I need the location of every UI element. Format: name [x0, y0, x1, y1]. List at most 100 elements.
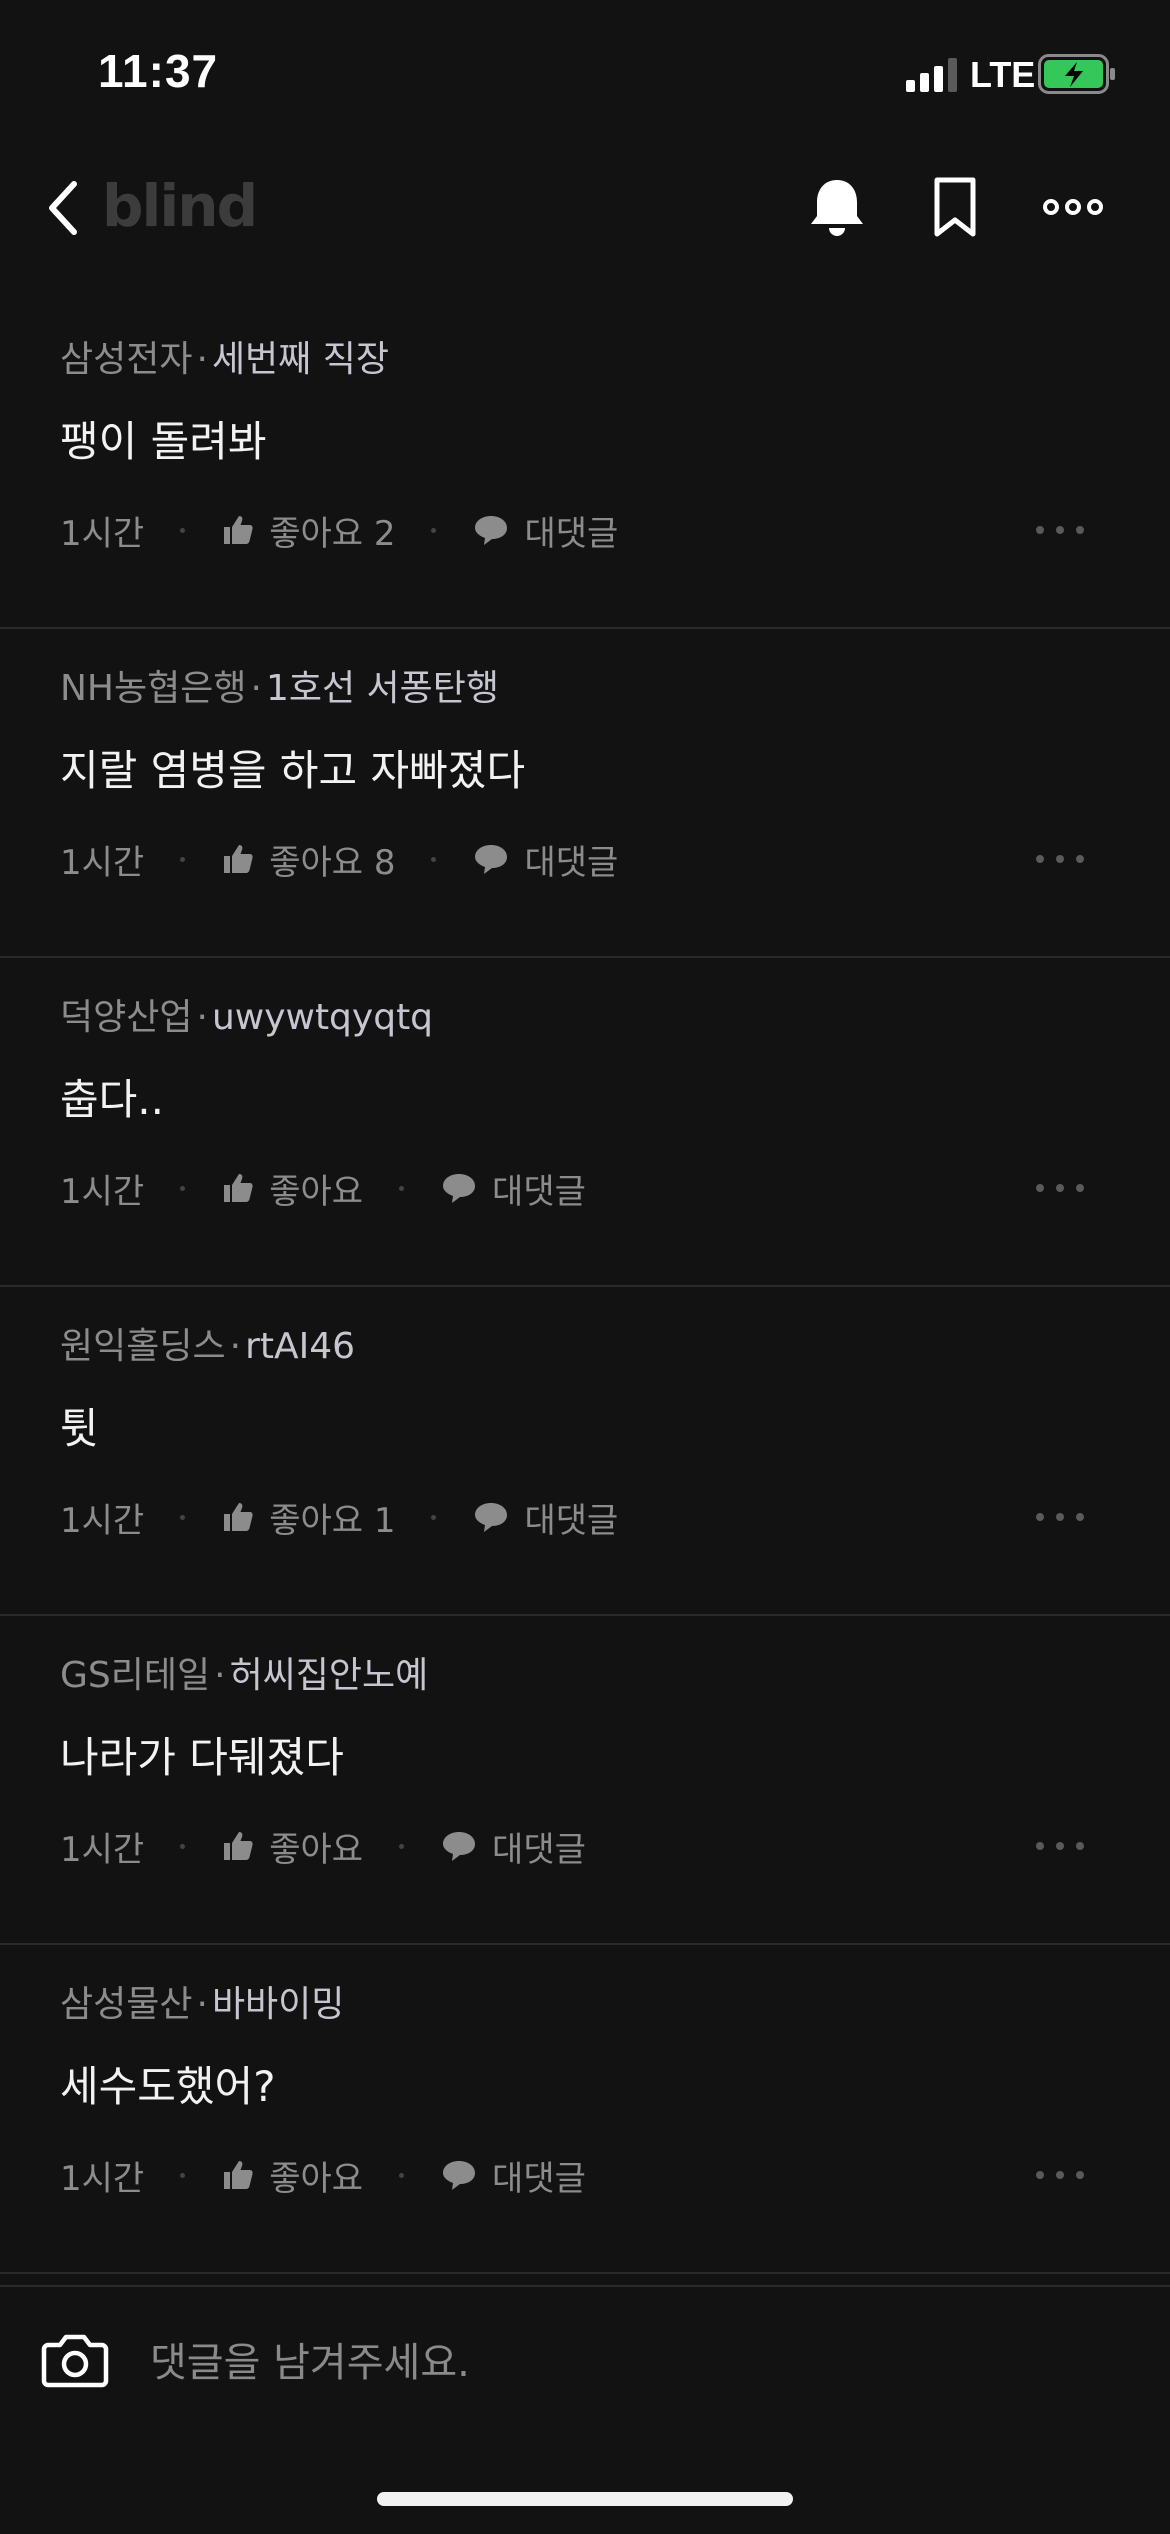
thumbs-up-icon [224, 516, 253, 544]
comment-text: 팽이 돌려봐 [60, 417, 267, 466]
reply-button[interactable]: 대댓글 [472, 1493, 618, 1542]
like-label: 좋아요 [269, 1829, 364, 1870]
comment-actions: 1시간 좋아요 대댓글 [60, 2151, 586, 2200]
reply-label: 대댓글 [524, 1500, 619, 1541]
comment-more-icon[interactable] [1032, 510, 1088, 550]
comment-text: 지랄 염병을 하고 자빠졌다 [60, 746, 526, 795]
like-button[interactable]: 좋아요 1 [221, 1493, 395, 1542]
action-separator [399, 1185, 405, 1191]
comment-item: 원익홀딩스 · rtAI46 튓 1시간 좋아요 1 대댓글 [0, 1287, 1170, 1616]
reply-label: 대댓글 [524, 842, 619, 883]
like-button[interactable]: 좋아요 [221, 2151, 363, 2200]
comment-author[interactable]: 삼성전자 · 세번째 직장 [60, 330, 389, 382]
reply-label: 대댓글 [492, 1829, 586, 1870]
company-name: 원익홀딩스 [60, 1326, 226, 1367]
action-separator [431, 856, 437, 862]
reply-label: 대댓글 [492, 1171, 586, 1212]
more-icon[interactable] [1040, 174, 1106, 240]
company-name: 삼성전자 [60, 339, 193, 380]
reply-button[interactable]: 대댓글 [440, 1822, 586, 1871]
nickname: rtAI46 [245, 1326, 356, 1367]
company-name: 덕양산업 [60, 997, 193, 1038]
nickname: 바바이밍 [211, 1984, 345, 2025]
blind-logo[interactable]: blind [102, 172, 258, 240]
action-separator [180, 1514, 186, 1520]
thumbs-up-icon [224, 1832, 253, 1860]
company-name: 삼성물산 [60, 1984, 193, 2025]
comment-item: 덕양산업 · uwywtqyqtq 춥다.. 1시간 좋아요 대댓글 [0, 958, 1170, 1287]
action-separator [431, 1514, 437, 1520]
company-name: GS리테일 [60, 1655, 211, 1696]
reply-button[interactable]: 대댓글 [440, 2151, 586, 2200]
reply-label: 대댓글 [524, 513, 619, 554]
like-button[interactable]: 좋아요 8 [221, 835, 395, 884]
reply-label: 대댓글 [492, 2158, 586, 2199]
comment-more-icon[interactable] [1032, 1826, 1088, 1866]
nickname: 세번째 직장 [211, 339, 389, 380]
like-label: 좋아요 2 [269, 513, 396, 554]
action-separator [399, 2172, 405, 2178]
battery-icon [1038, 54, 1115, 94]
speech-bubble-icon [475, 1503, 508, 1532]
meta-separator: · [214, 1655, 226, 1696]
comment-text: 튓 [60, 1404, 99, 1453]
company-name: NH농협은행 [60, 668, 247, 709]
speech-bubble-icon [475, 845, 508, 874]
meta-separator: · [250, 668, 262, 709]
comment-text: 나라가 다뒈졌다 [60, 1733, 344, 1782]
comment-actions: 1시간 좋아요 1 대댓글 [60, 1493, 618, 1542]
comment-time: 1시간 [60, 1829, 145, 1870]
comment-list: 삼성전자 · 세번째 직장 팽이 돌려봐 1시간 좋아요 2 대댓글 NH농협은행 ·… [0, 300, 1170, 2274]
comment-more-icon[interactable] [1032, 1497, 1088, 1537]
action-separator [399, 1843, 405, 1849]
reply-button[interactable]: 대댓글 [440, 1164, 586, 1213]
speech-bubble-icon [443, 2161, 476, 2190]
comment-more-icon[interactable] [1032, 1168, 1088, 1208]
comment-actions: 1시간 좋아요 2 대댓글 [60, 506, 618, 555]
reply-button[interactable]: 대댓글 [472, 835, 618, 884]
bell-icon[interactable] [804, 174, 870, 240]
like-label: 좋아요 8 [269, 842, 396, 883]
meta-separator: · [229, 1326, 242, 1367]
comment-text: 춥다.. [60, 1075, 164, 1124]
status-time: 11:37 [98, 45, 219, 97]
thumbs-up-icon [224, 845, 253, 873]
like-label: 좋아요 1 [269, 1500, 396, 1541]
speech-bubble-icon [443, 1174, 476, 1203]
comment-more-icon[interactable] [1032, 2155, 1088, 2195]
thumbs-up-icon [224, 1503, 253, 1531]
comment-item: GS리테일 · 허씨집안노예 나라가 다뒈졌다 1시간 좋아요 대댓글 [0, 1616, 1170, 1945]
like-label: 좋아요 [269, 1171, 364, 1212]
home-indicator[interactable] [377, 2492, 793, 2506]
comment-time: 1시간 [60, 1500, 145, 1541]
comment-item: 삼성전자 · 세번째 직장 팽이 돌려봐 1시간 좋아요 2 대댓글 [0, 300, 1170, 629]
comment-author[interactable]: 원익홀딩스 · rtAI46 [60, 1317, 355, 1369]
speech-bubble-icon [475, 516, 508, 545]
signal-icon [906, 58, 957, 92]
comment-more-icon[interactable] [1032, 839, 1088, 879]
comment-item: 삼성물산 · 바바이밍 세수도했어? 1시간 좋아요 대댓글 [0, 1945, 1170, 2274]
comment-input[interactable] [148, 2327, 1112, 2399]
action-separator [431, 527, 437, 533]
comment-author[interactable]: GS리테일 · 허씨집안노예 [60, 1646, 428, 1698]
comment-author[interactable]: 덕양산업 · uwywtqyqtq [60, 988, 433, 1040]
camera-icon[interactable] [40, 2325, 110, 2395]
comment-time: 1시간 [60, 1171, 145, 1212]
bookmark-icon[interactable] [922, 174, 988, 240]
comment-time: 1시간 [60, 842, 145, 883]
reply-button[interactable]: 대댓글 [472, 506, 618, 555]
like-button[interactable]: 좋아요 2 [221, 506, 395, 555]
back-icon[interactable] [40, 176, 90, 240]
thumbs-up-icon [224, 1174, 253, 1202]
nickname: 1호선 서퐁탄행 [265, 668, 500, 709]
like-button[interactable]: 좋아요 [221, 1822, 363, 1871]
meta-separator: · [196, 339, 208, 380]
like-button[interactable]: 좋아요 [221, 1164, 363, 1213]
action-separator [180, 1185, 186, 1191]
comment-author[interactable]: 삼성물산 · 바바이밍 [60, 1975, 344, 2027]
comment-time: 1시간 [60, 2158, 145, 2199]
comment-composer [0, 2285, 1170, 2534]
comment-author[interactable]: NH농협은행 · 1호선 서퐁탄행 [60, 659, 499, 711]
action-separator [180, 527, 186, 533]
nickname: 허씨집안노예 [229, 1655, 429, 1696]
